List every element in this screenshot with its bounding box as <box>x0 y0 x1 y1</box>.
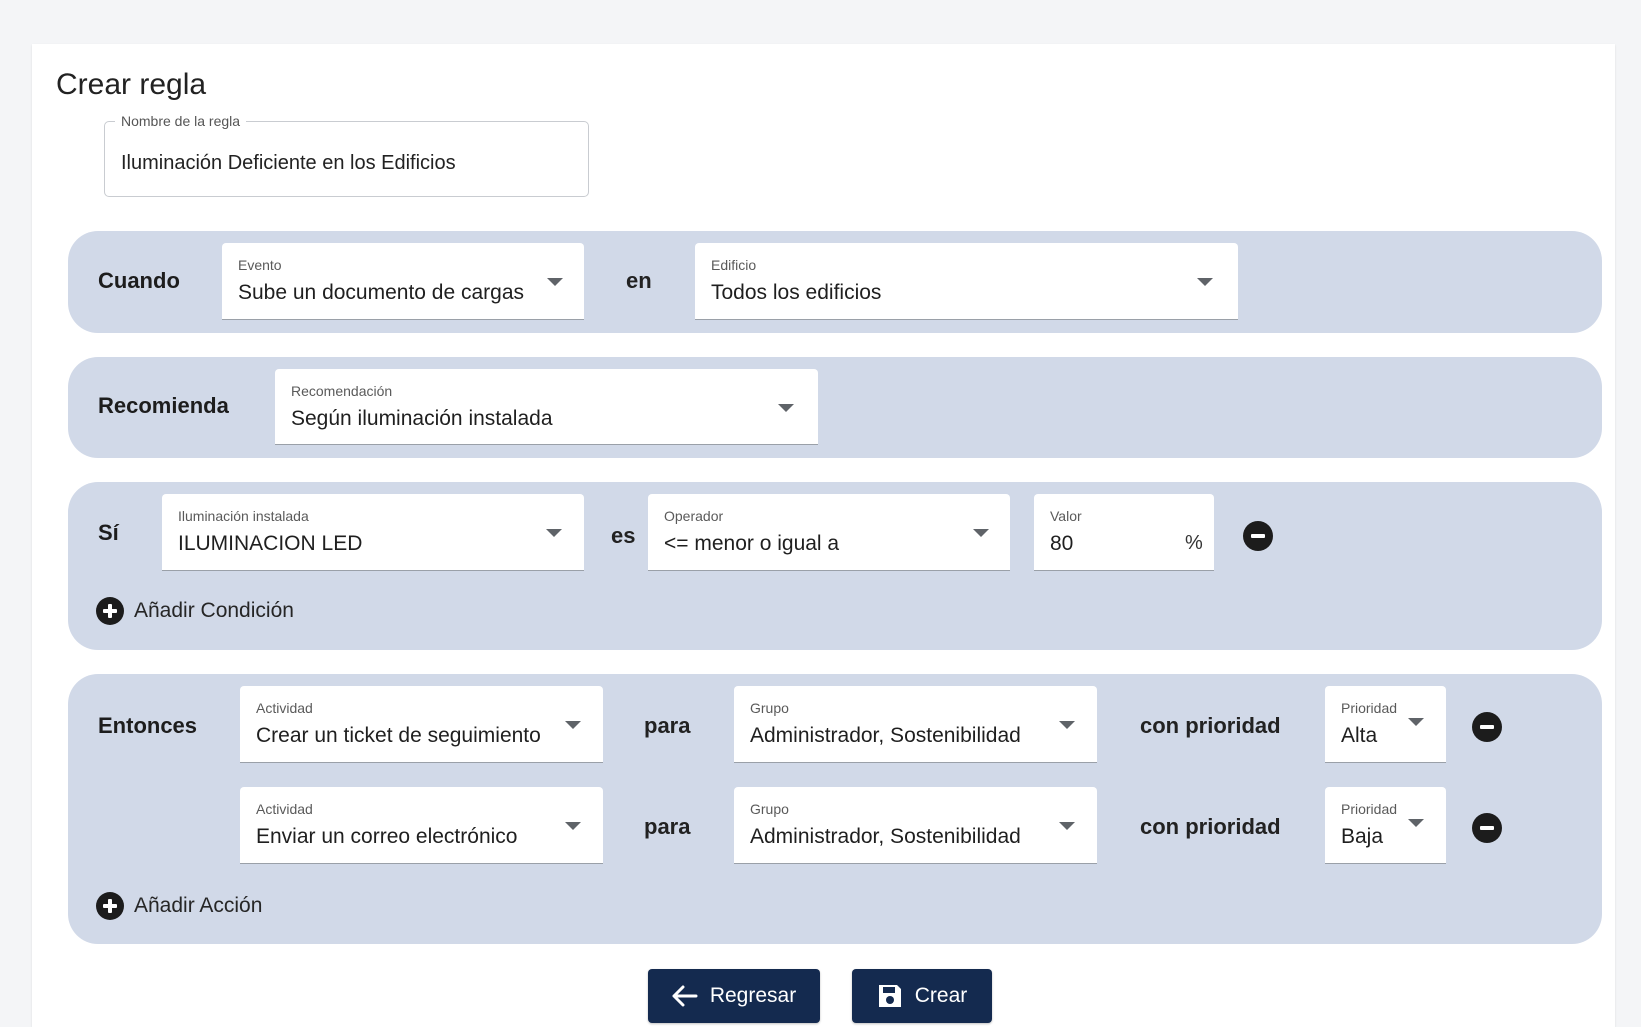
activity-select-label: Actividad <box>256 801 313 817</box>
activity-select[interactable]: Actividad Crear un ticket de seguimiento <box>240 686 603 763</box>
arrow-left-icon <box>672 985 698 1007</box>
group-select[interactable]: Grupo Administrador, Sostenibilidad <box>734 686 1097 763</box>
add-condition-button[interactable]: Añadir Condición <box>96 597 294 625</box>
group-select-label: Grupo <box>750 801 789 817</box>
building-select-value: Todos los edificios <box>711 281 882 304</box>
event-select[interactable]: Evento Sube un documento de cargas <box>222 243 584 320</box>
operator-select[interactable]: Operador <= menor o igual a <box>648 494 1010 571</box>
group-select-label: Grupo <box>750 700 789 716</box>
dropdown-caret-icon <box>1408 718 1424 726</box>
recommendation-select-value: Según iluminación instalada <box>291 407 553 430</box>
rule-name-value[interactable]: Iluminación Deficiente en los Edificios <box>121 152 456 175</box>
recommendation-select[interactable]: Recomendación Según iluminación instalad… <box>275 369 818 445</box>
event-select-label: Evento <box>238 257 282 273</box>
operator-select-value: <= menor o igual a <box>664 532 840 555</box>
dropdown-caret-icon <box>778 404 794 412</box>
if-connector: es <box>611 523 636 548</box>
dropdown-caret-icon <box>1059 721 1075 729</box>
lighting-select-label: Iluminación instalada <box>178 508 309 524</box>
action-connector: para <box>644 713 691 738</box>
priority-connector: con prioridad <box>1140 814 1281 839</box>
create-button[interactable]: Crear <box>852 969 992 1023</box>
activity-select-value: Crear un ticket de seguimiento <box>256 724 541 747</box>
recommend-label: Recomienda <box>98 393 229 418</box>
remove-action-button[interactable] <box>1472 813 1502 843</box>
remove-action-button[interactable] <box>1472 712 1502 742</box>
dropdown-caret-icon <box>565 822 581 830</box>
dropdown-caret-icon <box>1408 819 1424 827</box>
action-connector: para <box>644 814 691 839</box>
add-action-button[interactable]: Añadir Acción <box>96 892 262 920</box>
dropdown-caret-icon <box>546 529 562 537</box>
activity-select-label: Actividad <box>256 700 313 716</box>
top-strip <box>28 0 1619 24</box>
lighting-select[interactable]: Iluminación instalada ILUMINACION LED <box>162 494 584 571</box>
save-icon <box>877 983 903 1009</box>
dropdown-caret-icon <box>547 278 563 286</box>
create-button-label: Crear <box>914 984 968 1007</box>
priority-select-value: Alta <box>1341 724 1378 747</box>
group-select[interactable]: Grupo Administrador, Sostenibilidad <box>734 787 1097 864</box>
when-connector: en <box>626 268 652 293</box>
percent-suffix: % <box>1185 532 1203 554</box>
priority-select-label: Prioridad <box>1341 801 1398 817</box>
recommendation-select-label: Recomendación <box>291 383 393 399</box>
rule-name-field[interactable]: Nombre de la regla Iluminación Deficient… <box>104 113 589 197</box>
remove-condition-button[interactable] <box>1243 521 1273 551</box>
page-title: Crear regla <box>56 68 207 101</box>
plus-circle-icon <box>96 892 124 920</box>
if-label: Sí <box>98 520 119 545</box>
activity-select[interactable]: Actividad Enviar un correo electrónico <box>240 787 603 864</box>
event-select-value: Sube un documento de cargas <box>238 281 525 304</box>
when-label: Cuando <box>98 268 180 293</box>
dropdown-caret-icon <box>1059 822 1075 830</box>
back-button[interactable]: Regresar <box>648 969 820 1023</box>
plus-circle-icon <box>96 597 124 625</box>
group-select-value: Administrador, Sostenibilidad <box>750 724 1021 747</box>
operator-select-label: Operador <box>664 508 724 524</box>
value-input-label: Valor <box>1050 508 1082 524</box>
back-button-label: Regresar <box>709 984 797 1007</box>
building-select[interactable]: Edificio Todos los edificios <box>695 243 1238 320</box>
add-condition-label: Añadir Condición <box>134 599 294 622</box>
dropdown-caret-icon <box>973 529 989 537</box>
then-label: Entonces <box>98 713 198 738</box>
priority-select-label: Prioridad <box>1341 700 1398 716</box>
priority-select[interactable]: Prioridad Baja <box>1325 787 1446 864</box>
dropdown-caret-icon <box>1197 278 1213 286</box>
value-input-value[interactable]: 80 <box>1050 532 1073 556</box>
priority-connector: con prioridad <box>1140 713 1281 738</box>
rule-name-label: Nombre de la regla <box>115 113 247 129</box>
priority-select-value: Baja <box>1341 825 1384 848</box>
building-select-label: Edificio <box>711 257 757 273</box>
group-select-value: Administrador, Sostenibilidad <box>750 825 1021 848</box>
priority-select[interactable]: Prioridad Alta <box>1325 686 1446 763</box>
lighting-select-value: ILUMINACION LED <box>178 532 363 555</box>
dropdown-caret-icon <box>565 721 581 729</box>
add-action-label: Añadir Acción <box>134 894 263 917</box>
value-input[interactable]: Valor 80 % <box>1034 494 1214 571</box>
activity-select-value: Enviar un correo electrónico <box>256 825 518 848</box>
